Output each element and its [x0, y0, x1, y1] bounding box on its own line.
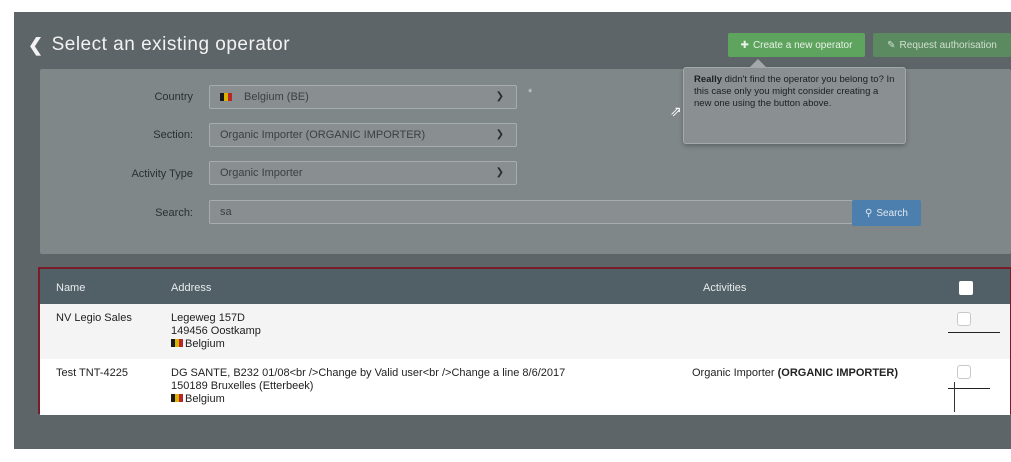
- header-name: Name: [56, 282, 86, 294]
- country-value: Belgium (BE): [244, 91, 309, 103]
- address-line2: 150189 Bruxelles (Etterbeek): [171, 380, 314, 392]
- row-address: DG SANTE, B232 01/08<br />Change by Vali…: [171, 367, 565, 406]
- address-country: Belgium: [171, 393, 565, 406]
- search-icon: ⚲: [864, 207, 873, 219]
- chevron-down-icon: ❯: [495, 167, 504, 178]
- section-label: Section:: [153, 129, 193, 141]
- chevron-left-icon[interactable]: ❮: [28, 35, 44, 56]
- country-label: Country: [154, 91, 193, 103]
- address-line1: DG SANTE, B232 01/08<br />Change by Vali…: [171, 367, 566, 379]
- bottom-strip: [0, 449, 1011, 462]
- chevron-down-icon: ❯: [495, 91, 504, 102]
- row-activity: Organic Importer (ORGANIC IMPORTER): [692, 367, 898, 380]
- plus-icon: ✚: [740, 39, 749, 51]
- panel-footer: [14, 420, 1011, 449]
- operators-table: Name Address Activities NV Legio Sales L…: [38, 267, 1011, 415]
- page-title: ❮ Select an existing operator: [28, 34, 290, 56]
- row-address: Legeweg 157D 149456 Oostkamp Belgium: [171, 312, 261, 351]
- section-value: Organic Importer (ORGANIC IMPORTER): [220, 129, 426, 141]
- create-operator-tooltip: Really didn't find the operator you belo…: [683, 59, 906, 144]
- address-line2: 149456 Oostkamp: [171, 325, 261, 337]
- create-operator-label: Create a new operator: [752, 39, 853, 51]
- activity-type-value: Organic Importer: [220, 167, 303, 179]
- create-operator-button[interactable]: ✚ Create a new operator: [728, 33, 865, 57]
- address-line1: Legeweg 157D: [171, 312, 246, 324]
- row-checkbox[interactable]: [957, 312, 971, 326]
- search-input-value: sa: [220, 206, 232, 218]
- row-name: NV Legio Sales: [56, 312, 132, 324]
- required-marker: *: [528, 87, 533, 99]
- activity-code: (ORGANIC IMPORTER): [777, 367, 898, 379]
- top-strip: [0, 0, 1011, 12]
- activity-type-select[interactable]: Organic Importer ❯: [209, 161, 517, 185]
- country-name: Belgium: [185, 393, 225, 405]
- search-input[interactable]: sa: [209, 200, 853, 224]
- search-button-label: Search: [876, 207, 908, 219]
- tooltip-text: didn't find the operator you belong to? …: [694, 74, 895, 109]
- divider: [954, 382, 955, 412]
- country-select[interactable]: Belgium (BE) ❯: [209, 85, 517, 109]
- country-name: Belgium: [185, 338, 225, 350]
- search-label: Search:: [155, 207, 193, 219]
- section-select[interactable]: Organic Importer (ORGANIC IMPORTER) ❯: [209, 123, 517, 147]
- activity-text: Organic Importer: [692, 367, 778, 379]
- divider: [948, 332, 1000, 333]
- request-authorisation-button[interactable]: ✎ Request authorisation: [873, 33, 1011, 57]
- search-button[interactable]: ⚲ Search: [852, 200, 921, 226]
- header-address: Address: [171, 282, 212, 294]
- mouse-cursor-icon: ⇗: [670, 103, 682, 119]
- belgium-flag-icon: [220, 93, 232, 101]
- table-row[interactable]: NV Legio Sales Legeweg 157D 149456 Oostk…: [40, 304, 1010, 359]
- page-title-text: Select an existing operator: [51, 34, 291, 55]
- row-checkbox[interactable]: [957, 365, 971, 379]
- table-header: Name Address Activities: [40, 269, 1010, 304]
- belgium-flag-icon: [171, 339, 183, 347]
- address-country: Belgium: [171, 338, 261, 351]
- belgium-flag-icon: [171, 394, 183, 402]
- chevron-down-icon: ❯: [495, 129, 504, 140]
- table-row[interactable]: Test TNT-4225 DG SANTE, B232 01/08<br />…: [40, 360, 1010, 415]
- row-name: Test TNT-4225: [56, 367, 128, 379]
- request-authorisation-label: Request authorisation: [899, 39, 997, 51]
- tooltip-bold: Really: [694, 74, 722, 85]
- select-all-checkbox[interactable]: [959, 281, 973, 295]
- edit-icon: ✎: [887, 39, 896, 51]
- header-activities: Activities: [703, 282, 747, 294]
- activity-type-label: Activity Type: [131, 168, 193, 180]
